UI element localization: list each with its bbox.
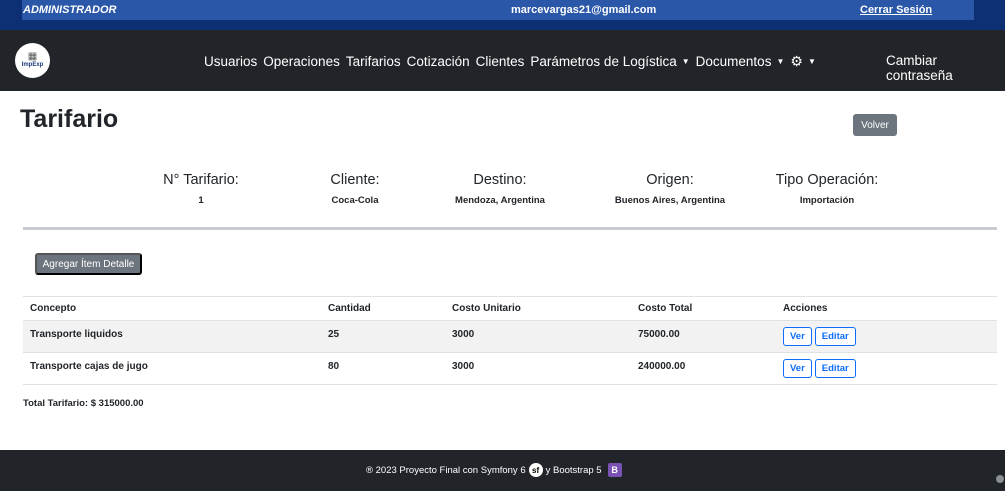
col-cantidad: Cantidad <box>321 296 445 321</box>
nav-documentos-dropdown[interactable]: Documentos ▼ <box>696 54 785 69</box>
cell-acciones: Ver Editar <box>776 320 997 353</box>
info-value: Mendoza, Argentina <box>455 195 545 206</box>
total-tarifario: Total Tarifario: $ 315000.00 <box>23 398 144 409</box>
nav-links: Usuarios Operaciones Tarifarios Cotizaci… <box>204 53 822 70</box>
edit-button[interactable]: Editar <box>814 327 856 346</box>
info-value: 1 <box>198 195 204 206</box>
caret-down-icon: ▼ <box>776 57 785 66</box>
brand-logo[interactable]: ▦ ImpExp <box>15 43 50 78</box>
cell-concepto: Transporte liquidos <box>23 320 321 353</box>
nav-cotizacion[interactable]: Cotización <box>407 54 470 69</box>
nav-clientes[interactable]: Clientes <box>476 54 525 69</box>
user-role: ADMINISTRADOR <box>23 4 117 16</box>
info-value: Importación <box>799 195 855 206</box>
info-cliente: Cliente: Coca-Cola <box>315 172 395 206</box>
page-title: Tarifario <box>20 105 119 133</box>
nav-operaciones[interactable]: Operaciones <box>263 54 340 69</box>
footer: ® 2023 Proyecto Final con Symfony 6 sf y… <box>0 450 1005 491</box>
edit-button[interactable]: Editar <box>814 359 856 378</box>
nav-parametros-label: Parámetros de Logística <box>530 54 677 69</box>
col-concepto: Concepto <box>23 296 321 321</box>
col-acciones: Acciones <box>776 296 997 321</box>
footer-text: ® 2023 Proyecto Final con Symfony 6 <box>366 464 526 476</box>
bootstrap-logo-icon: B <box>607 463 622 477</box>
caret-down-icon: ▼ <box>807 57 816 66</box>
scroll-indicator[interactable] <box>996 475 1004 483</box>
nav-tarifarios[interactable]: Tarifarios <box>346 54 401 69</box>
col-costo-unitario: Costo Unitario <box>445 296 631 321</box>
info-label: Tipo Operación: <box>775 172 879 188</box>
info-value: Buenos Aires, Argentina <box>614 195 726 206</box>
cell-costo-total: 240000.00 <box>631 352 776 385</box>
table-row: Transporte liquidos 25 3000 75000.00 Ver… <box>23 320 997 353</box>
add-item-button[interactable]: Agregar Ítem Detalle <box>35 253 142 275</box>
nav-usuarios[interactable]: Usuarios <box>204 54 257 69</box>
footer-credits: ® 2023 Proyecto Final con Symfony 6 sf y… <box>366 463 622 477</box>
symfony-logo-icon: sf <box>528 463 543 477</box>
view-button[interactable]: Ver <box>783 359 812 378</box>
detail-table: Concepto Cantidad Costo Unitario Costo T… <box>23 296 997 385</box>
building-icon: ▦ <box>27 51 38 62</box>
cell-concepto: Transporte cajas de jugo <box>23 352 321 385</box>
table-header-row: Concepto Cantidad Costo Unitario Costo T… <box>23 296 997 321</box>
logout-link[interactable]: Cerrar Sesión <box>860 4 932 16</box>
footer-text-bootstrap: y Bootstrap 5 <box>545 464 602 476</box>
settings-dropdown[interactable]: ⚙ ▼ <box>790 53 815 70</box>
user-email: marcevargas21@gmail.com <box>511 4 657 16</box>
info-origen: Origen: Buenos Aires, Argentina <box>600 172 740 206</box>
caret-down-icon: ▼ <box>681 57 690 66</box>
cell-cantidad: 25 <box>321 320 445 353</box>
back-button[interactable]: Volver <box>853 114 897 136</box>
top-user-bar: ADMINISTRADOR marcevargas21@gmail.com Ce… <box>0 0 1005 30</box>
col-costo-total: Costo Total <box>631 296 776 321</box>
info-label: Destino: <box>473 172 527 188</box>
section-divider <box>23 227 997 230</box>
change-password-link[interactable]: Cambiar contraseña <box>886 53 1005 83</box>
cell-costo-unitario: 3000 <box>445 320 631 353</box>
info-destino: Destino: Mendoza, Argentina <box>440 172 560 206</box>
info-label: N° Tarifario: <box>163 172 239 188</box>
main-navbar: ▦ ImpExp Usuarios Operaciones Tarifarios… <box>0 30 1005 91</box>
nav-documentos-label: Documentos <box>695 54 772 69</box>
cell-costo-total: 75000.00 <box>631 320 776 353</box>
info-tipo-operacion: Tipo Operación: Importación <box>757 172 897 206</box>
cell-acciones: Ver Editar <box>776 352 997 385</box>
view-button[interactable]: Ver <box>783 327 812 346</box>
cell-cantidad: 80 <box>321 352 445 385</box>
info-tarifario-number: N° Tarifario: 1 <box>146 172 256 206</box>
info-label: Origen: <box>646 172 694 188</box>
cell-costo-unitario: 3000 <box>445 352 631 385</box>
nav-parametros-logistica-dropdown[interactable]: Parámetros de Logística ▼ <box>530 54 689 69</box>
gear-icon: ⚙ <box>790 53 803 69</box>
top-user-strip <box>22 0 974 20</box>
table-row: Transporte cajas de jugo 80 3000 240000.… <box>23 352 997 385</box>
info-label: Cliente: <box>330 172 380 188</box>
info-value: Coca-Cola <box>331 195 379 206</box>
brand-text: ImpExp <box>21 62 44 68</box>
